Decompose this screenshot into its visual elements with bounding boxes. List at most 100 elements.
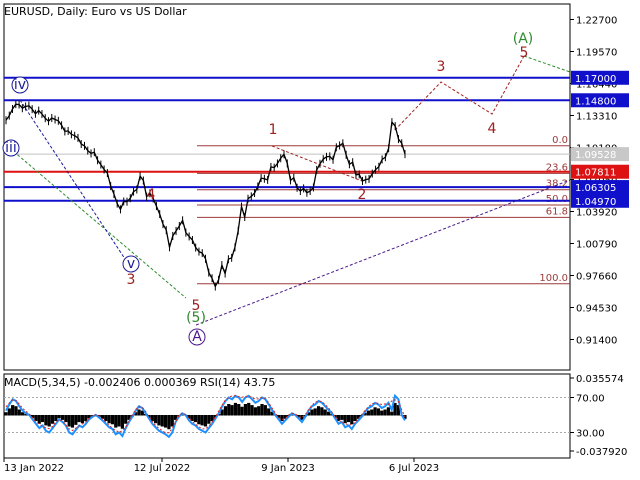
macd-histogram-bar: [370, 409, 374, 416]
macd-histogram-bar: [257, 406, 261, 416]
price-tick-label: 1.00790: [576, 240, 617, 251]
macd-histogram-bar: [350, 415, 354, 425]
macd-histogram-bar: [170, 415, 174, 427]
macd-histogram-bar: [343, 415, 347, 424]
macd-histogram-bar: [11, 405, 15, 416]
macd-histogram-bar: [227, 404, 231, 416]
macd-histogram-bar: [150, 415, 154, 421]
price-tag-label: 1.04970: [575, 197, 616, 208]
macd-histogram-bar: [7, 408, 11, 416]
wave-label: A: [192, 329, 202, 345]
macd-histogram-bar: [390, 411, 394, 416]
support-resistance-layer: [4, 76, 570, 202]
macd-histogram-bar: [17, 409, 21, 416]
indicator-tick-label: 70.00: [576, 394, 605, 405]
macd-histogram-bar: [160, 415, 164, 427]
fib-level-label: 0.0: [552, 135, 568, 146]
macd-histogram-bar: [114, 415, 118, 428]
chart-title: EURUSD, Daily: Euro vs US Dollar: [4, 5, 187, 18]
macd-histogram-bar: [57, 415, 61, 419]
price-tick-label: 0.97660: [576, 272, 617, 283]
macd-histogram-bar: [280, 415, 284, 421]
macd-histogram-bar: [137, 409, 141, 416]
time-tick-label: 6 Jul 2023: [389, 463, 439, 474]
macd-histogram-bar: [60, 415, 65, 420]
macd-histogram-bar: [373, 407, 377, 416]
time-axis: 13 Jan 2022 12 Jul 2022 9 Jan 2023 6 Jul 20…: [3, 458, 439, 474]
macd-histogram-bar: [267, 408, 271, 416]
chart-svg: 0.023.638.250.061.8100.0 iviiiv345(5)A12…: [2, 3, 629, 474]
macd-histogram-bar: [54, 415, 58, 421]
macd-histogram-bar: [110, 415, 114, 425]
macd-histogram-bar: [107, 415, 111, 424]
macd-histogram-bar: [37, 415, 41, 424]
wave-label: 3: [437, 59, 446, 75]
price-tick-label: 1.19570: [576, 48, 617, 59]
macd-histogram-bar: [80, 415, 85, 424]
macd-histogram-bar: [310, 409, 314, 416]
wave-label: 2: [358, 187, 367, 203]
macd-histogram-bar: [323, 409, 327, 416]
wave-label: 5: [520, 45, 529, 61]
macd-histogram-bar: [240, 406, 244, 416]
price-tick-label: 0.91400: [576, 336, 617, 347]
price-tag-label: 1.07811: [575, 168, 616, 179]
price-tag-label: 1.17000: [575, 74, 616, 85]
macd-histogram-bar: [340, 415, 344, 420]
macd-histogram-bar: [207, 415, 211, 424]
macd-histogram-bar: [383, 409, 387, 416]
macd-histogram-bar: [243, 404, 247, 416]
macd-histogram-bar: [376, 408, 380, 416]
indicator-title: MACD(5,34,5) -0.002406 0.000369 RSI(14) …: [4, 376, 275, 389]
macd-histogram-bar: [230, 405, 234, 416]
macd-histogram-bar: [14, 406, 18, 416]
time-tick-label: 13 Jan 2022: [4, 463, 64, 474]
macd-histogram-bar: [223, 406, 228, 416]
macd-histogram-bar: [84, 415, 88, 421]
macd-histogram-bar: [316, 406, 321, 416]
price-axis: 1.227001.195701.164401.133101.101801.070…: [570, 16, 629, 347]
macd-histogram-bar: [386, 407, 390, 416]
macd-histogram-bar: [353, 415, 357, 421]
wave-guide-green: [5, 144, 187, 299]
price-tag-label: 1.09528: [575, 150, 616, 161]
macd-histogram-bar: [210, 415, 214, 421]
wave-label: 3: [127, 272, 136, 288]
macd-histogram-bar: [260, 404, 264, 416]
macd-histogram-bar: [40, 415, 45, 423]
trendline-layer: [5, 55, 571, 326]
indicator-tick-label: 0.035574: [576, 374, 624, 385]
indicator-tick-label: -0.037920: [576, 447, 627, 458]
price-series-layer: [5, 100, 406, 291]
macd-histogram-bar: [380, 410, 384, 416]
chart-root: 0.0 23.6 38.2 50.0 61.8 100.0 iv iii v 3 4 5 (5) A 1 2…: [0, 0, 640, 480]
macd-histogram-bar: [77, 415, 81, 423]
macd-histogram-bar: [346, 415, 351, 423]
fib-level-label: 100.0: [539, 273, 568, 284]
wave-label: 4: [147, 187, 156, 203]
macd-histogram-bar: [117, 415, 121, 427]
forecast-path-red: [394, 55, 525, 131]
macd-histogram-bar: [313, 408, 317, 416]
macd-histogram-bar: [70, 415, 75, 428]
macd-histogram-bar: [154, 415, 158, 424]
macd-histogram-bar: [253, 407, 257, 416]
macd-histogram-bar: [167, 415, 171, 430]
wave-label: iv: [14, 77, 26, 93]
macd-histogram-bar: [50, 415, 55, 424]
fib-level-label: 61.8: [546, 206, 568, 217]
fib-level-label: 38.2: [546, 179, 568, 190]
macd-histogram-bar: [366, 410, 371, 416]
price-tick-label: 0.94530: [576, 304, 617, 315]
macd-histogram-bar: [233, 402, 238, 416]
wave-label: 1: [269, 122, 278, 138]
fibonacci-layer: 0.023.638.250.061.8100.0: [197, 135, 570, 285]
macd-histogram-bar: [157, 415, 161, 426]
wave-guide-blue: [19, 99, 132, 269]
macd-histogram-bar: [67, 415, 71, 427]
macd-histogram-bar: [197, 415, 201, 425]
macd-histogram-bar: [104, 415, 108, 421]
time-tick-label: 9 Jan 2023: [261, 463, 315, 474]
macd-histogram-bar: [193, 415, 198, 423]
macd-histogram-bar: [250, 405, 254, 416]
